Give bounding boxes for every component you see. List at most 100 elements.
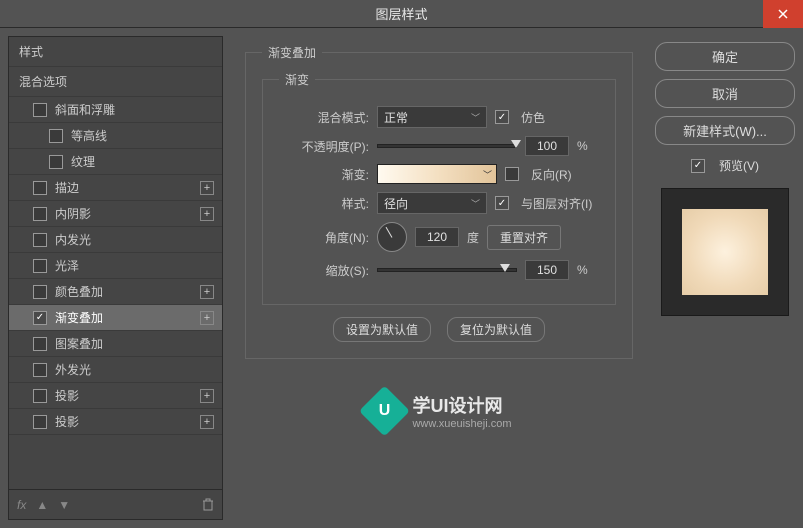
watermark-title: 学UI设计网 [412, 392, 511, 418]
style-item[interactable]: 斜面和浮雕 [9, 97, 222, 123]
style-item[interactable]: 描边+ [9, 175, 222, 201]
gradient-picker[interactable]: ﹀ [377, 164, 497, 184]
checkbox-icon[interactable] [33, 363, 47, 377]
close-button[interactable] [763, 0, 803, 28]
plus-icon[interactable]: + [200, 389, 214, 403]
opacity-label: 不透明度(P): [279, 138, 369, 155]
checkbox-icon [495, 110, 509, 124]
blendmode-label: 混合模式: [279, 109, 369, 126]
style-label: 样式: [279, 195, 369, 212]
checkbox-icon[interactable] [49, 155, 63, 169]
style-item-label: 等高线 [71, 127, 216, 144]
checkbox-icon[interactable] [33, 181, 47, 195]
plus-icon[interactable]: + [200, 311, 214, 325]
style-select[interactable]: 径向 ﹀ [377, 192, 487, 214]
blend-options-header[interactable]: 混合选项 [9, 67, 222, 97]
blendmode-select[interactable]: 正常 ﹀ [377, 106, 487, 128]
chevron-down-icon: ﹀ [471, 111, 480, 124]
scale-row: 缩放(S): % [279, 260, 599, 280]
preview-label: 预览(V) [719, 157, 759, 174]
watermark: 学UI设计网 www.xueuisheji.com [366, 392, 511, 430]
plus-icon[interactable]: + [200, 415, 214, 429]
styles-footer: fx ▲ ▼ [9, 489, 222, 519]
dialog-content: 样式 混合选项 斜面和浮雕等高线纹理描边+内阴影+内发光光泽颜色叠加+渐变叠加+… [0, 28, 803, 528]
cancel-button[interactable]: 取消 [655, 79, 795, 108]
plus-icon[interactable]: + [200, 181, 214, 195]
style-item[interactable]: 渐变叠加+ [9, 305, 222, 331]
style-item[interactable]: 颜色叠加+ [9, 279, 222, 305]
style-item[interactable]: 投影+ [9, 409, 222, 435]
dither-label: 仿色 [521, 109, 545, 126]
style-item-label: 外发光 [55, 361, 216, 378]
checkbox-icon[interactable] [33, 311, 47, 325]
style-item-label: 纹理 [71, 153, 216, 170]
style-item[interactable]: 内发光 [9, 227, 222, 253]
style-item[interactable]: 投影+ [9, 383, 222, 409]
reverse-checkbox[interactable]: 反向(R) [505, 166, 572, 183]
set-default-button[interactable]: 设置为默认值 [333, 317, 431, 342]
styles-header[interactable]: 样式 [9, 37, 222, 67]
blendmode-value: 正常 [384, 109, 408, 126]
action-panel: 确定 取消 新建样式(W)... 预览(V) [655, 36, 795, 520]
style-item-label: 投影 [55, 387, 200, 404]
checkbox-icon[interactable] [33, 207, 47, 221]
opacity-slider[interactable] [377, 144, 517, 148]
inner-fieldset-title: 渐变 [279, 71, 315, 88]
checkbox-icon[interactable] [33, 103, 47, 117]
style-item-label: 光泽 [55, 257, 216, 274]
gradient-row: 渐变: ﹀ 反向(R) [279, 164, 599, 184]
fieldset-title: 渐变叠加 [262, 44, 322, 61]
arrow-up-icon[interactable]: ▲ [36, 498, 48, 512]
gradient-fieldset: 渐变 混合模式: 正常 ﹀ 仿色 不透明度(P): [262, 71, 616, 305]
checkbox-icon[interactable] [33, 415, 47, 429]
checkbox-icon[interactable] [33, 285, 47, 299]
arrow-down-icon[interactable]: ▼ [58, 498, 70, 512]
angle-dial[interactable] [377, 222, 407, 252]
dither-checkbox[interactable]: 仿色 [495, 109, 545, 126]
opacity-input[interactable] [525, 136, 569, 156]
window-title: 图层样式 [0, 4, 803, 23]
checkbox-icon[interactable] [33, 337, 47, 351]
settings-panel: 渐变叠加 渐变 混合模式: 正常 ﹀ 仿色 不透明度(P): [233, 36, 645, 520]
style-item[interactable]: 内阴影+ [9, 201, 222, 227]
style-value: 径向 [384, 195, 408, 212]
reset-align-button[interactable]: 重置对齐 [487, 225, 561, 250]
ok-button[interactable]: 确定 [655, 42, 795, 71]
chevron-down-icon: ﹀ [483, 168, 492, 181]
style-item[interactable]: 等高线 [9, 123, 222, 149]
defaults-row: 设置为默认值 复位为默认值 [262, 317, 616, 342]
checkbox-icon[interactable] [33, 233, 47, 247]
reset-default-button[interactable]: 复位为默认值 [447, 317, 545, 342]
style-item[interactable]: 光泽 [9, 253, 222, 279]
reverse-label: 反向(R) [531, 166, 572, 183]
angle-row: 角度(N): 度 重置对齐 [279, 222, 599, 252]
trash-icon[interactable] [202, 498, 214, 511]
preview-swatch [682, 209, 768, 295]
slider-thumb-icon [511, 140, 521, 148]
style-item[interactable]: 外发光 [9, 357, 222, 383]
checkbox-icon[interactable] [49, 129, 63, 143]
watermark-text: 学UI设计网 www.xueuisheji.com [412, 392, 511, 430]
scale-slider[interactable] [377, 268, 517, 272]
style-list: 斜面和浮雕等高线纹理描边+内阴影+内发光光泽颜色叠加+渐变叠加+图案叠加外发光投… [9, 97, 222, 489]
scale-input[interactable] [525, 260, 569, 280]
gradient-label: 渐变: [279, 166, 369, 183]
fx-menu-icon[interactable]: fx [17, 498, 26, 512]
align-checkbox[interactable]: 与图层对齐(I) [495, 195, 592, 212]
style-item-label: 图案叠加 [55, 335, 216, 352]
styles-panel: 样式 混合选项 斜面和浮雕等高线纹理描边+内阴影+内发光光泽颜色叠加+渐变叠加+… [8, 36, 223, 520]
opacity-row: 不透明度(P): % [279, 136, 599, 156]
preview-checkbox[interactable]: 预览(V) [655, 157, 795, 174]
plus-icon[interactable]: + [200, 285, 214, 299]
style-item-label: 渐变叠加 [55, 309, 200, 326]
chevron-down-icon: ﹀ [471, 197, 480, 210]
plus-icon[interactable]: + [200, 207, 214, 221]
opacity-unit: % [577, 139, 588, 153]
style-item[interactable]: 纹理 [9, 149, 222, 175]
checkbox-icon[interactable] [33, 389, 47, 403]
angle-unit: 度 [467, 229, 479, 246]
angle-input[interactable] [415, 227, 459, 247]
new-style-button[interactable]: 新建样式(W)... [655, 116, 795, 145]
checkbox-icon[interactable] [33, 259, 47, 273]
style-item[interactable]: 图案叠加 [9, 331, 222, 357]
